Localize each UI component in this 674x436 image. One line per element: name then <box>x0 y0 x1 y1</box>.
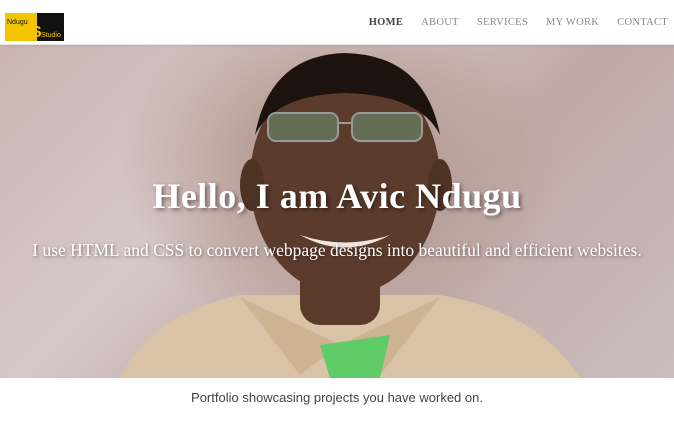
logo-text-ndugu: Ndugu <box>7 19 28 26</box>
glasses-right-lens <box>351 112 423 142</box>
hero-section: Hello, I am Avic Ndugu I use HTML and CS… <box>0 45 674 378</box>
portfolio-intro: Portfolio showcasing projects you have w… <box>191 390 483 405</box>
glasses-left-lens <box>267 112 339 142</box>
logo-text-studio: Studio <box>41 32 61 39</box>
nav-services[interactable]: SERVICES <box>477 16 528 28</box>
hero-title: Hello, I am Avic Ndugu <box>152 176 522 216</box>
logo-artwork: Ndugu S Studio <box>7 19 61 41</box>
nav-about[interactable]: ABOUT <box>421 16 459 28</box>
main-nav: HOME ABOUT SERVICES MY WORK CONTACT <box>351 0 668 44</box>
nav-my-work[interactable]: MY WORK <box>546 16 599 28</box>
studio-logo[interactable]: Ndugu S Studio <box>5 13 64 41</box>
nav-home[interactable]: HOME <box>369 16 403 28</box>
nav-contact[interactable]: CONTACT <box>617 16 668 28</box>
navbar: Ndugu S Studio HOME ABOUT SERVICES MY WO… <box>0 0 674 45</box>
hero-subtitle: I use HTML and CSS to convert webpage de… <box>32 240 642 260</box>
